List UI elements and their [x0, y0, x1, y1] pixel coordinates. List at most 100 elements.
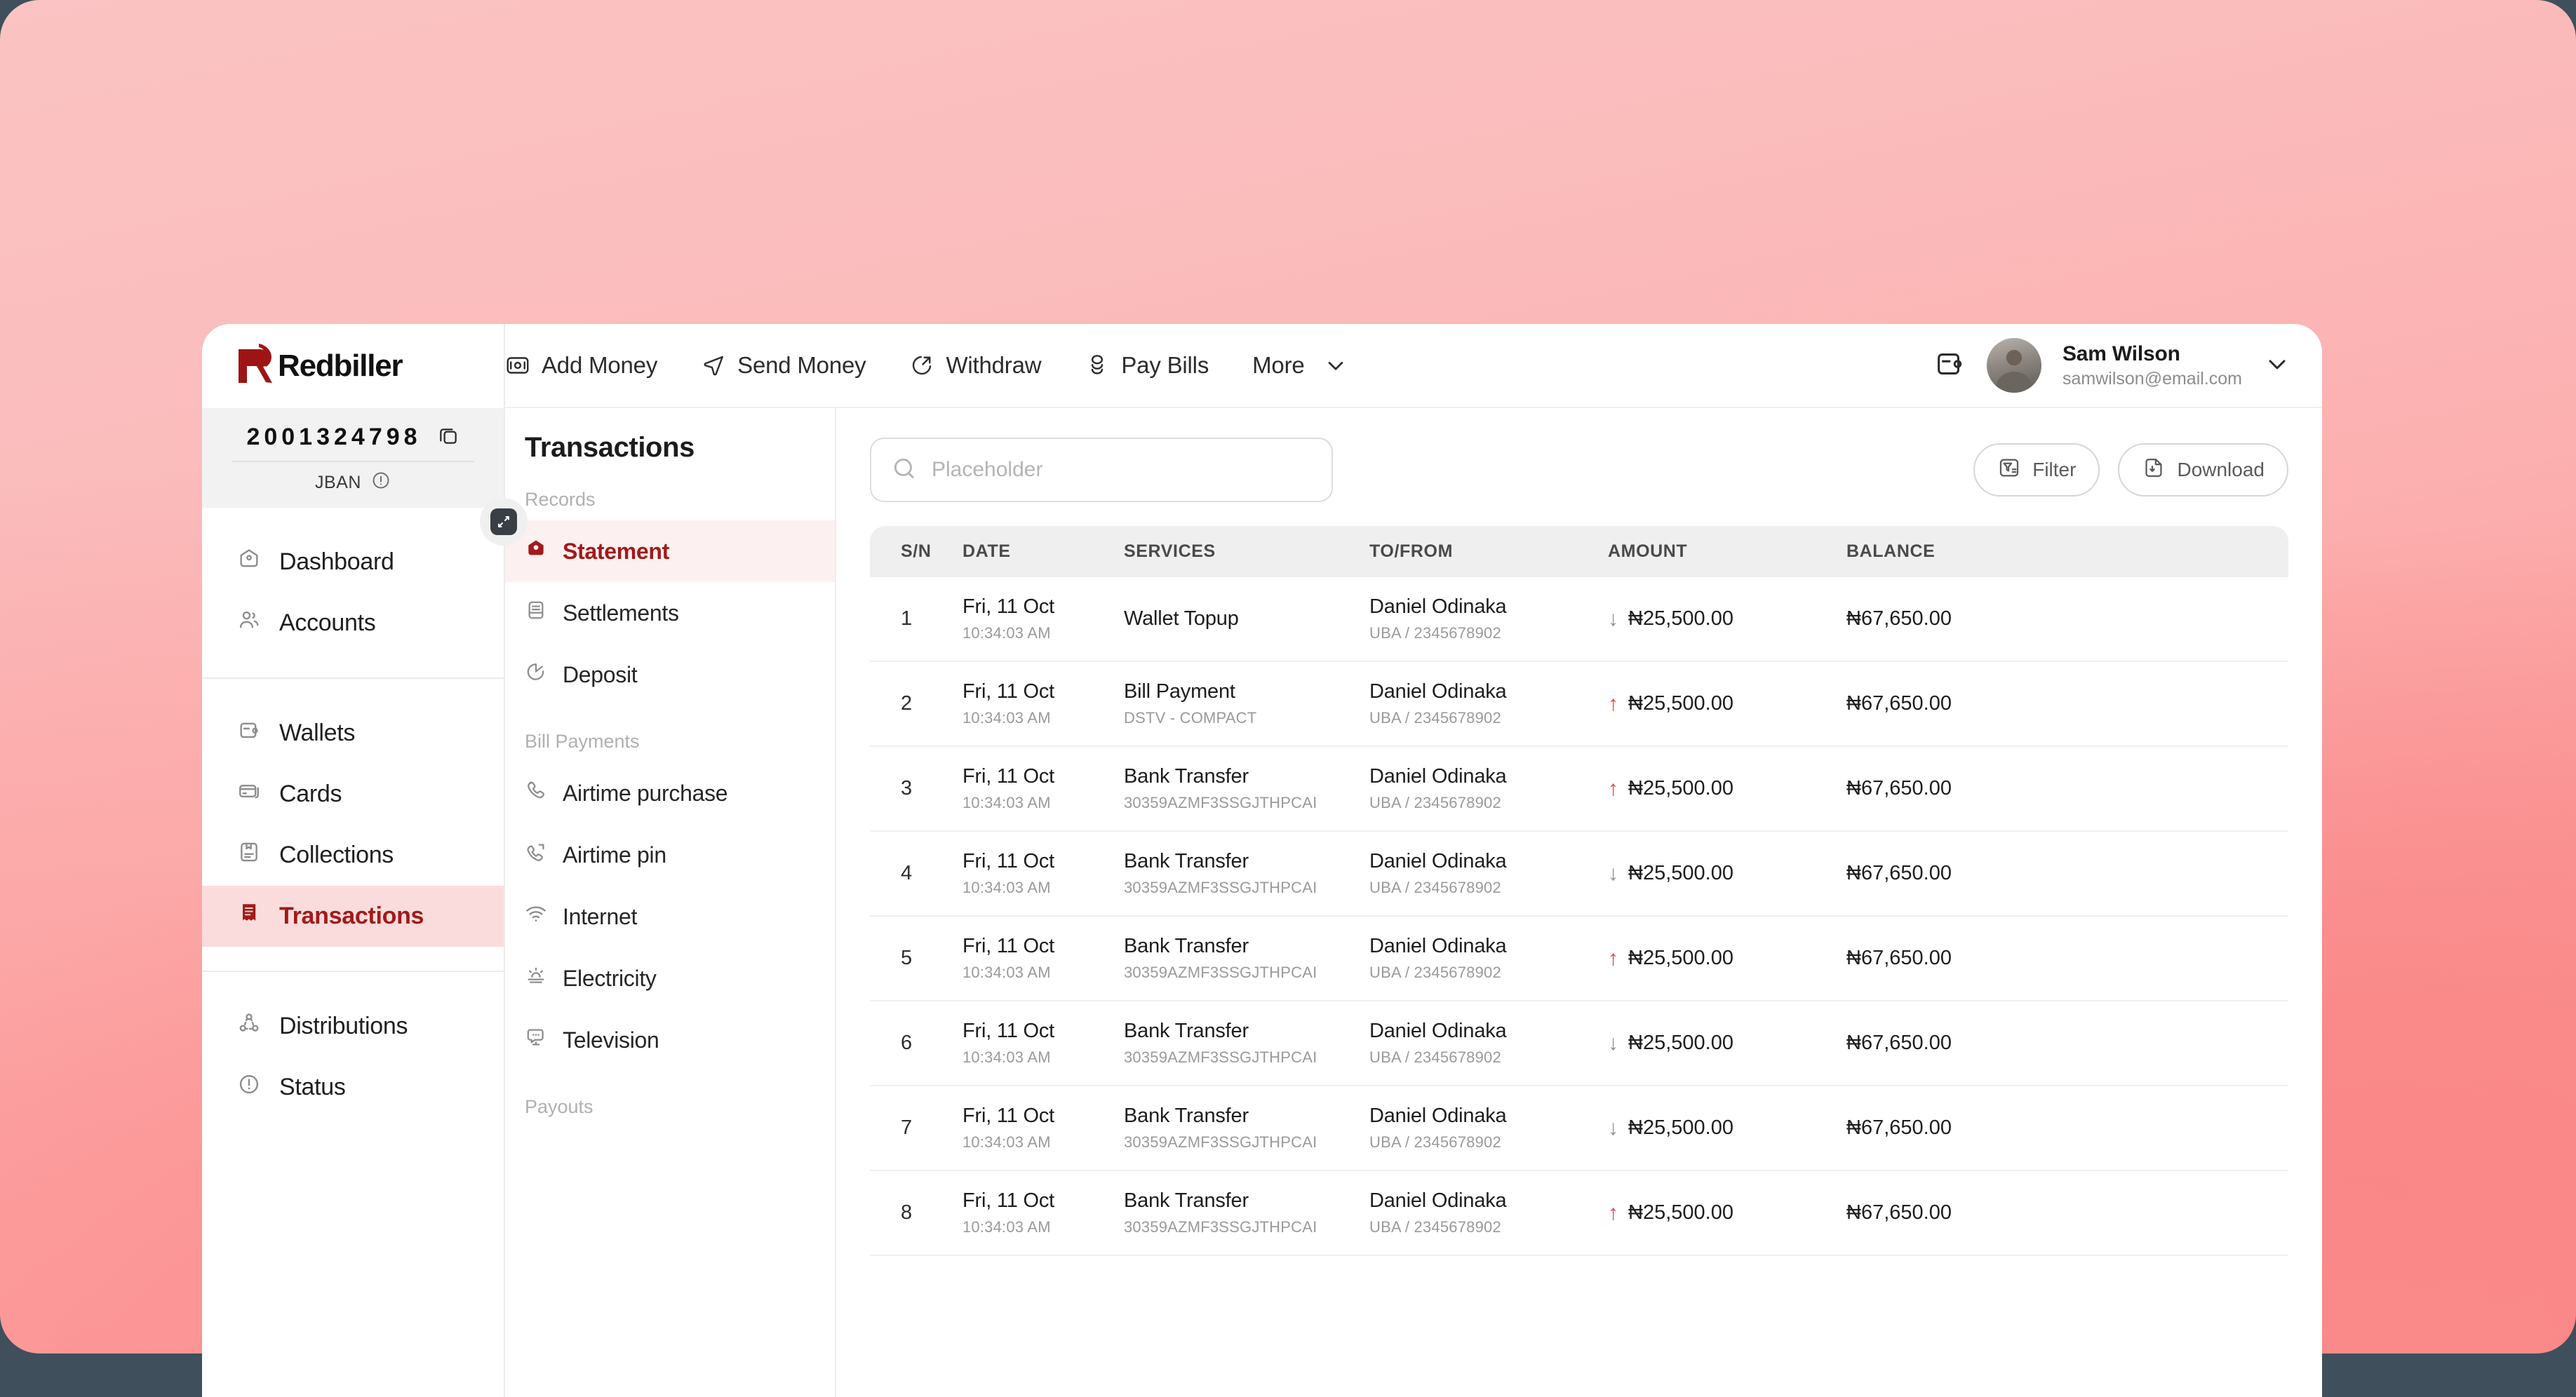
- subnav-item-electricity[interactable]: Electricity: [505, 947, 835, 1009]
- sidebar-item-transactions[interactable]: Transactions: [202, 886, 504, 947]
- cell-amount: ↑₦25,500.00: [1608, 746, 1846, 831]
- accounts-icon: [237, 608, 261, 638]
- brand-logo[interactable]: Redbiller: [202, 324, 505, 408]
- account-number: 2001324798: [246, 424, 421, 451]
- main-panel: Filter Download: [836, 408, 2322, 1397]
- sidebar-item-wallets[interactable]: Wallets: [202, 703, 504, 764]
- wallet-icon[interactable]: [1933, 348, 1966, 384]
- row-counterparty-account: UBA / 2345678902: [1369, 1218, 1608, 1236]
- download-button[interactable]: Download: [2118, 443, 2288, 497]
- toolbar-actions: Filter Download: [1973, 443, 2288, 497]
- quick-action-send-money[interactable]: Send Money: [701, 352, 866, 379]
- status-icon: [237, 1072, 261, 1102]
- subnav-item-label: Television: [563, 1027, 659, 1053]
- filter-button[interactable]: Filter: [1973, 443, 2100, 497]
- row-amount-value: ₦25,500.00: [1628, 1032, 1733, 1055]
- quick-action-pay-bills[interactable]: Pay Bills: [1085, 352, 1209, 379]
- cell-date: Fri, 11 Oct10:34:03 AM: [962, 661, 1124, 746]
- row-date: Fri, 11 Oct: [962, 935, 1124, 958]
- column-header-to-from[interactable]: TO/FROM: [1369, 526, 1608, 577]
- row-serial: 7: [901, 1116, 962, 1140]
- search-input[interactable]: [932, 458, 1312, 482]
- subnav-item-internet[interactable]: Internet: [505, 886, 835, 947]
- row-reference: 30359AZMF3SSGJTHPCAI: [1124, 879, 1369, 897]
- electricity-icon: [525, 964, 547, 992]
- cell-services: Bank Transfer30359AZMF3SSGJTHPCAI: [1124, 1086, 1369, 1170]
- row-balance: ₦67,650.00: [1846, 777, 2288, 800]
- user-email: samwilson@email.com: [2062, 369, 2242, 389]
- account-type-row: JBAN: [202, 471, 504, 495]
- user-menu-chevron-down-icon[interactable]: [2263, 350, 2291, 382]
- sidebar-item-status[interactable]: Status: [202, 1057, 504, 1118]
- cell-to-from: Daniel OdinakaUBA / 2345678902: [1369, 577, 1608, 661]
- table-row[interactable]: 6Fri, 11 Oct10:34:03 AMBank Transfer3035…: [870, 1001, 2288, 1086]
- row-serial: 2: [901, 692, 962, 715]
- pay-bills-icon: [1085, 353, 1110, 378]
- table-row[interactable]: 7Fri, 11 Oct10:34:03 AMBank Transfer3035…: [870, 1086, 2288, 1170]
- info-icon[interactable]: [371, 471, 391, 495]
- subnav-item-settlements[interactable]: Settlements: [505, 582, 835, 644]
- quick-action-more[interactable]: More: [1252, 352, 1348, 379]
- sidebar-item-label: Transactions: [279, 903, 424, 930]
- row-balance: ₦67,650.00: [1846, 1201, 2288, 1224]
- row-date: Fri, 11 Oct: [962, 1189, 1124, 1213]
- wifi-icon: [525, 903, 547, 931]
- subnav-item-deposit[interactable]: Deposit: [505, 644, 835, 706]
- row-service: Bank Transfer: [1124, 935, 1369, 958]
- subnav-item-airtime-pin[interactable]: Airtime pin: [505, 824, 835, 886]
- table-row[interactable]: 4Fri, 11 Oct10:34:03 AMBank Transfer3035…: [870, 831, 2288, 916]
- sidebar-collapse-button[interactable]: [480, 498, 528, 546]
- row-reference: 30359AZMF3SSGJTHPCAI: [1124, 1133, 1369, 1152]
- row-amount-value: ₦25,500.00: [1628, 1201, 1733, 1224]
- sidebar-group-products: Wallets Cards: [202, 677, 504, 971]
- sidebar-item-accounts[interactable]: Accounts: [202, 593, 504, 654]
- topbar-right-cluster: Sam Wilson samwilson@email.com: [1933, 324, 2291, 407]
- column-header-date[interactable]: DATE: [962, 526, 1124, 577]
- arrow-down-icon: ↓: [1608, 1033, 1618, 1054]
- column-header-balance[interactable]: BALANCE: [1846, 526, 2288, 577]
- column-header-amount[interactable]: AMOUNT: [1608, 526, 1846, 577]
- table-row[interactable]: 1Fri, 11 Oct10:34:03 AMWallet TopupDanie…: [870, 577, 2288, 661]
- sidebar-item-cards[interactable]: Cards: [202, 764, 504, 825]
- row-balance: ₦67,650.00: [1846, 607, 2288, 630]
- subnav-item-television[interactable]: Television: [505, 1009, 835, 1071]
- table-row[interactable]: 3Fri, 11 Oct10:34:03 AMBank Transfer3035…: [870, 746, 2288, 831]
- subnav-item-airtime-purchase[interactable]: Airtime purchase: [505, 762, 835, 824]
- top-bar: Add Money Send Money W: [202, 324, 2322, 408]
- cell-date: Fri, 11 Oct10:34:03 AM: [962, 746, 1124, 831]
- sidebar-item-collections[interactable]: Collections: [202, 825, 504, 886]
- row-time: 10:34:03 AM: [962, 709, 1124, 727]
- avatar[interactable]: [1987, 338, 2041, 393]
- column-header-services[interactable]: SERVICES: [1124, 526, 1369, 577]
- quick-action-withdraw[interactable]: Withdraw: [909, 352, 1041, 379]
- row-amount: ↓ ₦25,500.00: [1608, 1032, 1846, 1055]
- table-row[interactable]: 8Fri, 11 Oct10:34:03 AMBank Transfer3035…: [870, 1170, 2288, 1255]
- quick-action-add-money[interactable]: Add Money: [505, 352, 657, 379]
- collections-icon: [237, 840, 261, 870]
- sidebar-item-dashboard[interactable]: Dashboard: [202, 532, 504, 593]
- quick-action-label: Add Money: [542, 352, 657, 379]
- cell-to-from: Daniel OdinakaUBA / 2345678902: [1369, 916, 1608, 1001]
- sidebar-item-distributions[interactable]: Distributions: [202, 996, 504, 1057]
- subnav-item-label: Deposit: [563, 662, 637, 688]
- brand-name: Redbiller: [278, 349, 402, 384]
- subnav-item-label: Settlements: [563, 600, 679, 626]
- search-field-wrapper[interactable]: [870, 438, 1333, 502]
- table-row[interactable]: 5Fri, 11 Oct10:34:03 AMBank Transfer3035…: [870, 916, 2288, 1001]
- column-header-sn[interactable]: S/N: [870, 526, 962, 577]
- television-icon: [525, 1026, 547, 1054]
- table-row[interactable]: 2Fri, 11 Oct10:34:03 AMBill PaymentDSTV …: [870, 661, 2288, 746]
- subnav-item-label: Airtime pin: [563, 842, 666, 868]
- sidebar-item-label: Status: [279, 1074, 346, 1101]
- row-amount-value: ₦25,500.00: [1628, 692, 1733, 715]
- copy-icon[interactable]: [437, 424, 459, 450]
- row-date: Fri, 11 Oct: [962, 1020, 1124, 1043]
- subnav-item-statement[interactable]: Statement: [505, 520, 835, 582]
- cell-sn: 7: [870, 1086, 962, 1170]
- row-service: Wallet Topup: [1124, 607, 1369, 630]
- arrow-down-icon: ↓: [1608, 609, 1618, 630]
- cell-to-from: Daniel OdinakaUBA / 2345678902: [1369, 1001, 1608, 1086]
- sidebar-item-label: Collections: [279, 842, 394, 869]
- cell-to-from: Daniel OdinakaUBA / 2345678902: [1369, 746, 1608, 831]
- cell-date: Fri, 11 Oct10:34:03 AM: [962, 1170, 1124, 1255]
